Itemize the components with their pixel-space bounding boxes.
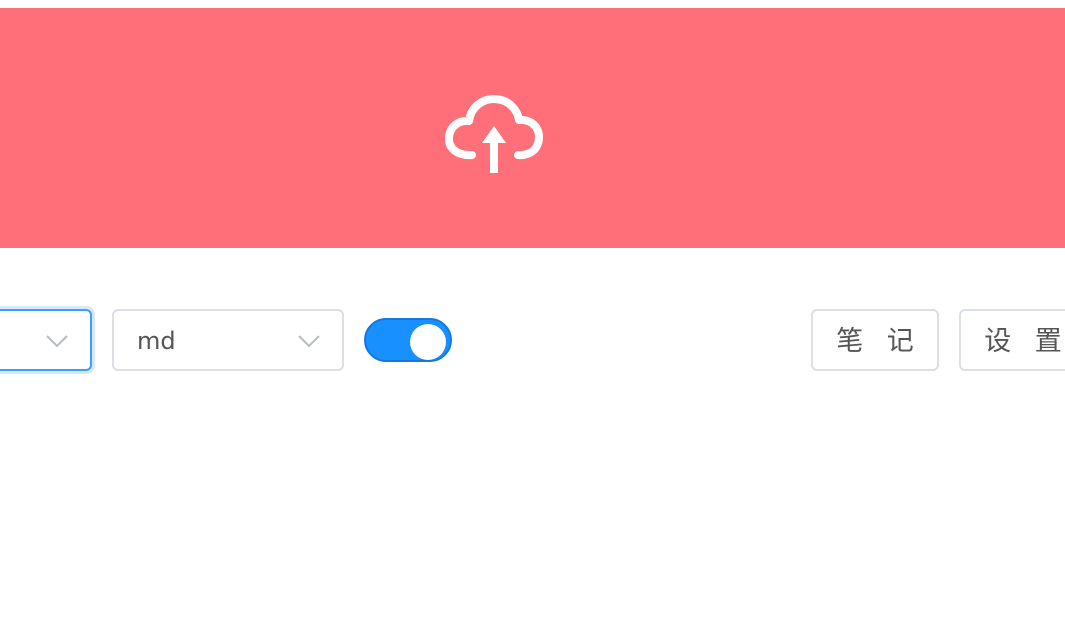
app-window: md 笔 记 设 置 bbox=[0, 0, 1065, 622]
chevron-down-icon bbox=[298, 335, 320, 348]
upload-dropzone[interactable] bbox=[0, 8, 1065, 248]
toggle-switch[interactable] bbox=[364, 318, 452, 362]
chevron-down-icon bbox=[46, 335, 68, 348]
select-one[interactable] bbox=[0, 309, 92, 371]
select-format-value: md bbox=[137, 327, 176, 355]
cloud-upload-icon bbox=[445, 95, 543, 173]
settings-button[interactable]: 设 置 bbox=[959, 309, 1065, 371]
toggle-knob bbox=[410, 324, 446, 360]
notes-button[interactable]: 笔 记 bbox=[811, 309, 939, 371]
select-format[interactable]: md bbox=[112, 309, 344, 371]
